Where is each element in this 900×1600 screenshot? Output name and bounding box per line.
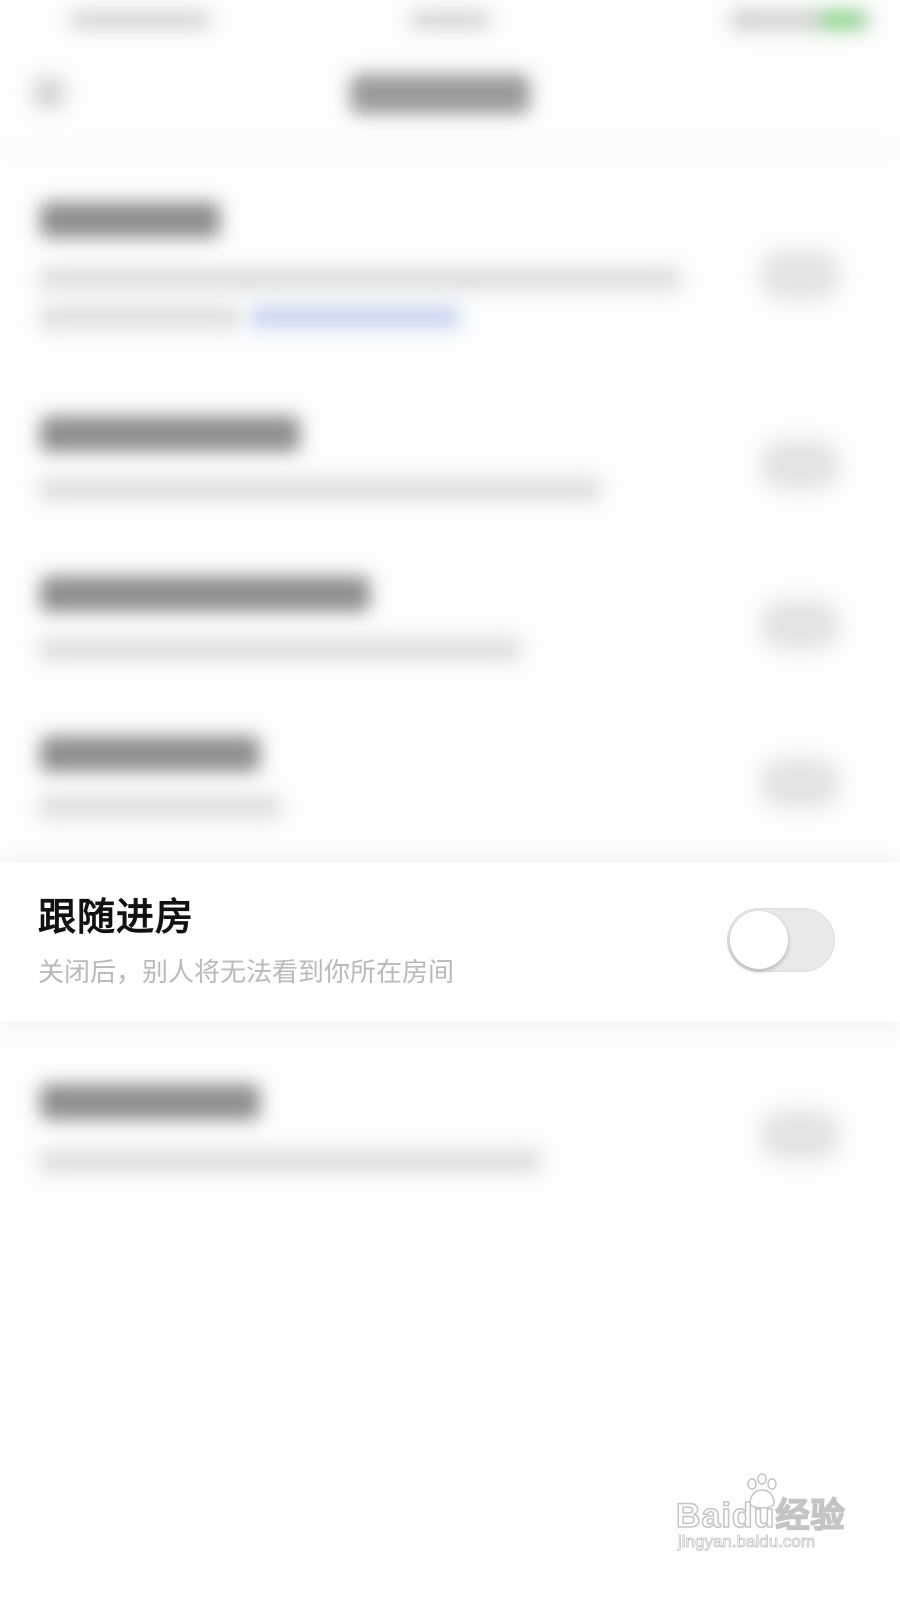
setting-link-blurred xyxy=(250,306,460,328)
setting-desc-blurred xyxy=(40,796,280,818)
setting-title-blurred xyxy=(40,416,300,452)
setting-desc-blurred xyxy=(40,268,680,290)
toggle-switch-blurred[interactable] xyxy=(760,440,840,490)
setting-row-blurred-3 xyxy=(0,560,900,700)
status-carrier-blurred xyxy=(70,12,210,28)
setting-row-blurred-5 xyxy=(0,1070,900,1210)
baidu-watermark: Baidu经验 jingyan.baidu.com xyxy=(675,1472,876,1562)
setting-desc-blurred xyxy=(40,478,600,500)
setting-row-blurred-2 xyxy=(0,400,900,540)
setting-row-blurred-1 xyxy=(0,180,900,370)
setting-row-blurred-4 xyxy=(0,720,900,860)
status-time-blurred xyxy=(410,12,490,28)
nav-bar xyxy=(0,44,900,149)
watermark-url: jingyan.baidu.com xyxy=(678,1532,816,1552)
toggle-switch-blurred[interactable] xyxy=(760,250,840,300)
status-bar xyxy=(0,0,900,44)
toggle-switch-blurred[interactable] xyxy=(760,758,840,808)
setting-title-blurred xyxy=(40,1084,260,1120)
follow-room-toggle[interactable] xyxy=(727,908,835,972)
toggle-knob[interactable] xyxy=(730,911,788,969)
setting-description: 关闭后，别人将无法看到你所在房间 xyxy=(38,958,455,988)
setting-title: 跟随进房 xyxy=(38,895,195,939)
nav-title-blurred xyxy=(350,74,530,114)
back-arrow-icon[interactable] xyxy=(34,78,64,108)
blurred-background xyxy=(0,0,900,1600)
setting-title-blurred xyxy=(40,736,260,772)
battery-icon xyxy=(820,10,864,30)
toggle-switch-blurred[interactable] xyxy=(760,1110,840,1160)
setting-desc-blurred xyxy=(40,638,520,660)
setting-row-follow-room: 跟随进房 关闭后，别人将无法看到你所在房间 xyxy=(0,862,900,1022)
setting-desc-blurred xyxy=(40,1150,540,1172)
setting-title-blurred xyxy=(40,576,370,612)
setting-title-blurred xyxy=(40,202,220,238)
setting-desc-blurred xyxy=(40,306,240,328)
settings-page: 跟随进房 关闭后，别人将无法看到你所在房间 Baidu经验 jingyan.ba… xyxy=(0,0,900,1600)
watermark-logo: Baidu经验 xyxy=(675,1496,846,1536)
toggle-switch-blurred[interactable] xyxy=(760,600,840,650)
